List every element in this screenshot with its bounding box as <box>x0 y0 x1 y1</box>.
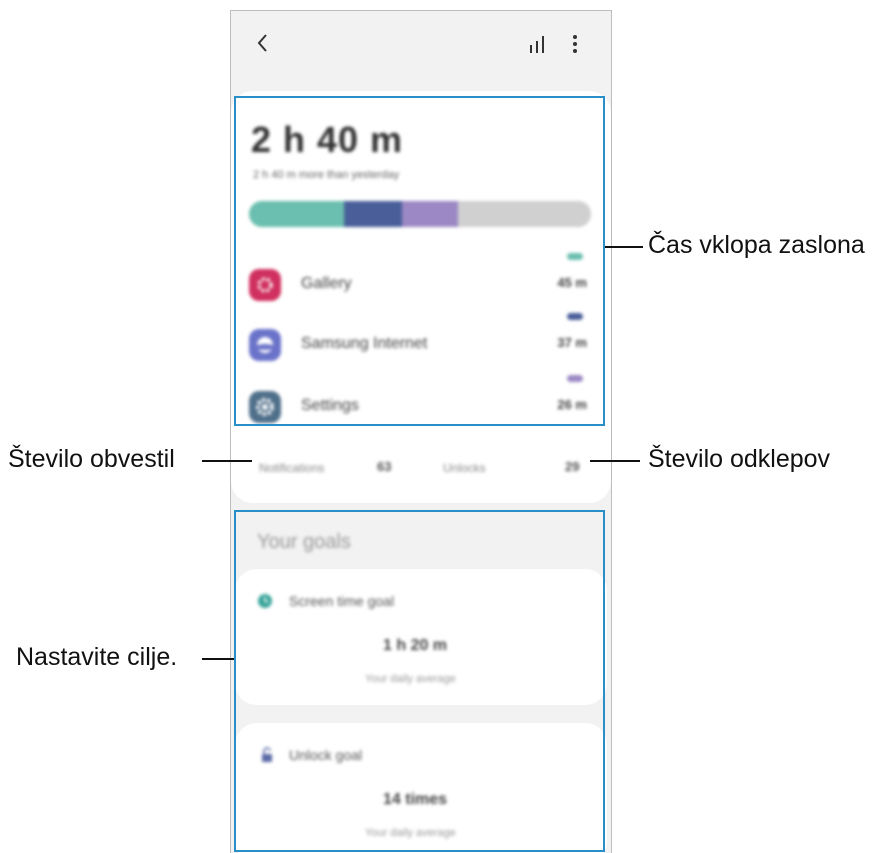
callout-unlocks: Število odklepov <box>648 445 831 473</box>
leader-goals <box>202 658 234 660</box>
notifications-count[interactable]: 63 <box>377 459 391 474</box>
callout-screen-time: Čas vklopa zaslona <box>648 231 865 259</box>
goals-highlight <box>234 510 605 852</box>
bar-chart-icon[interactable] <box>527 33 549 55</box>
top-bar <box>231 11 611 87</box>
leader-unlocks <box>590 460 640 462</box>
counts-row: Notifications 63 Unlocks 29 <box>231 443 611 493</box>
callout-notifications: Število obvestil <box>8 445 175 473</box>
callout-goals: Nastavite cilje. <box>16 643 178 671</box>
leader-notifications <box>202 460 252 462</box>
notifications-label: Notifications <box>259 461 325 475</box>
unlocks-label: Unlocks <box>443 461 486 475</box>
screen-time-highlight <box>234 96 605 426</box>
unlocks-count[interactable]: 29 <box>565 459 579 474</box>
leader-screen-time <box>605 246 643 248</box>
more-options-icon[interactable] <box>565 33 585 55</box>
back-arrow-icon[interactable] <box>251 31 275 55</box>
